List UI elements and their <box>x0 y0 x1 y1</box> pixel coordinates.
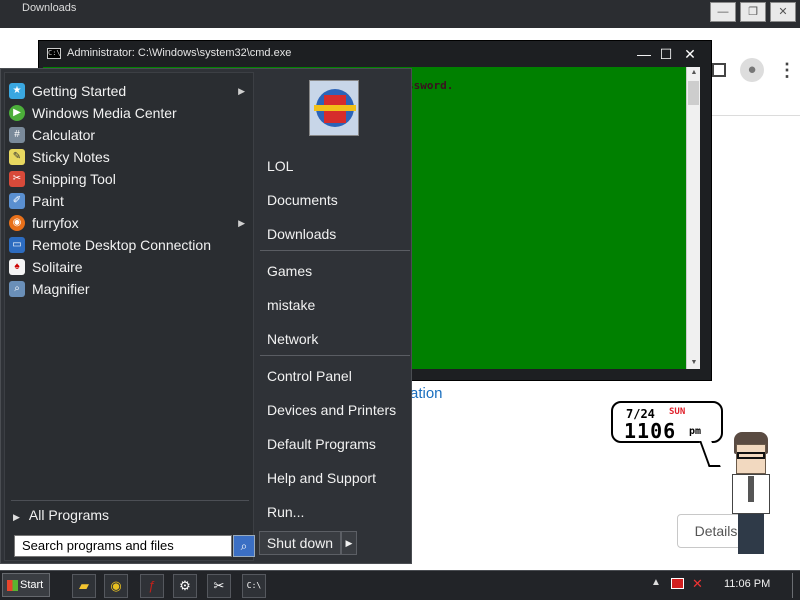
profile-avatar-icon[interactable]: ● <box>740 58 764 82</box>
place-downloads[interactable]: Downloads <box>267 226 336 242</box>
chrome-icon[interactable]: ◉ <box>104 574 128 598</box>
place-devices-and-printers[interactable]: Devices and Printers <box>267 402 396 418</box>
windows-logo-icon <box>7 579 18 591</box>
place-lol[interactable]: LOL <box>267 158 293 174</box>
shutdown-button[interactable]: Shut down <box>259 531 341 555</box>
program-item-furryfox[interactable]: ◉ furryfox ▶ <box>9 212 249 234</box>
all-programs-button[interactable]: ▶ All Programs <box>13 507 109 523</box>
show-desktop-button[interactable] <box>792 573 798 598</box>
media-center-icon: ▶ <box>9 105 25 121</box>
start-button[interactable]: Start <box>2 573 50 597</box>
all-programs-label: All Programs <box>28 507 110 523</box>
program-item-windows-media-center[interactable]: ▶ Windows Media Center <box>9 102 249 124</box>
scroll-up-icon[interactable]: ▲ <box>687 67 701 79</box>
folder-icon[interactable]: ▰ <box>72 574 96 598</box>
places-pane: LOL Documents Downloads Games mistake Ne… <box>258 72 410 532</box>
scroll-down-icon[interactable]: ▼ <box>687 357 701 369</box>
program-item-remote-desktop[interactable]: ▭ Remote Desktop Connection <box>9 234 249 256</box>
program-label: Calculator <box>32 127 96 143</box>
snipping-tool-icon[interactable]: ✂ <box>207 574 231 598</box>
network-disconnected-icon[interactable]: ✕ <box>692 576 703 592</box>
magnifier-icon: ⌕ <box>9 281 25 297</box>
divider <box>11 500 249 501</box>
program-item-getting-started[interactable]: ★ Getting Started ▶ <box>9 80 249 102</box>
program-label: Paint <box>32 193 64 209</box>
minimize-icon[interactable]: — <box>633 43 655 65</box>
start-label: Start <box>20 579 44 591</box>
place-network[interactable]: Network <box>267 331 318 347</box>
program-label: Remote Desktop Connection <box>32 237 211 253</box>
clock-time: 1106 <box>624 419 677 443</box>
place-run[interactable]: Run... <box>267 504 304 520</box>
divider <box>260 355 410 356</box>
extensions-icon[interactable] <box>712 63 726 77</box>
cmd-window-title: Administrator: C:\Windows\system32\cmd.e… <box>67 47 292 59</box>
show-hidden-icons-icon[interactable]: ▲ <box>651 577 661 588</box>
sticky-notes-icon: ✎ <box>9 149 25 165</box>
program-label: Getting Started <box>32 83 127 99</box>
start-menu: ★ Getting Started ▶ ▶ Windows Media Cent… <box>0 68 412 564</box>
clock-character <box>726 432 786 558</box>
programs-pane: ★ Getting Started ▶ ▶ Windows Media Cent… <box>4 72 255 561</box>
place-control-panel[interactable]: Control Panel <box>267 368 352 384</box>
program-label: Snipping Tool <box>32 171 116 187</box>
program-label: Solitaire <box>32 259 83 275</box>
menu-kebab-icon[interactable]: ⋮ <box>778 60 796 81</box>
expand-arrow-icon: ▶ <box>13 512 20 522</box>
search-input[interactable]: Search programs and files <box>14 535 232 557</box>
search-icon[interactable]: ⌕ <box>233 535 255 557</box>
program-item-sticky-notes[interactable]: ✎ Sticky Notes <box>9 146 249 168</box>
program-item-solitaire[interactable]: ♠ Solitaire <box>9 256 249 278</box>
flash-icon[interactable]: ƒ <box>140 574 164 598</box>
scroll-thumb[interactable] <box>688 81 699 105</box>
place-games[interactable]: Games <box>267 263 312 279</box>
clock-ampm: pm <box>689 426 702 437</box>
clock-day: SUN <box>669 407 686 417</box>
cmd-app-icon: C:\ <box>47 48 61 59</box>
paint-icon: ✐ <box>9 193 25 209</box>
page-link[interactable]: ation <box>410 385 443 402</box>
place-documents[interactable]: Documents <box>267 192 338 208</box>
cmd-taskbar-icon[interactable]: C:\ <box>242 574 266 598</box>
remote-desktop-icon: ▭ <box>9 237 25 253</box>
program-label: Windows Media Center <box>32 105 177 121</box>
minimize-icon[interactable]: — <box>710 2 736 22</box>
notification-flag-icon[interactable] <box>671 578 684 589</box>
cmd-output-text: ssword. <box>407 79 454 92</box>
snipping-tool-icon: ✂ <box>9 171 25 187</box>
shutdown-options-arrow-icon[interactable]: ▶ <box>341 531 357 555</box>
user-picture[interactable] <box>309 80 359 136</box>
program-item-magnifier[interactable]: ⌕ Magnifier <box>9 278 249 300</box>
cmd-scrollbar[interactable]: ▲ ▼ <box>686 67 700 369</box>
place-mistake[interactable]: mistake <box>267 297 315 313</box>
program-label: Magnifier <box>32 281 90 297</box>
program-item-snipping-tool[interactable]: ✂ Snipping Tool <box>9 168 249 190</box>
getting-started-icon: ★ <box>9 83 25 99</box>
close-icon[interactable]: ✕ <box>770 2 796 22</box>
divider <box>260 250 410 251</box>
submenu-arrow-icon: ▶ <box>238 217 245 228</box>
program-label: furryfox <box>32 215 79 231</box>
program-label: Sticky Notes <box>32 149 110 165</box>
submenu-arrow-icon: ▶ <box>238 85 245 96</box>
taskbar: Start ▰ ◉ ƒ ⚙ ✂ C:\ ▲ ✕ 11:06 PM <box>0 570 800 600</box>
firefox-icon: ◉ <box>9 215 25 231</box>
maximize-icon[interactable]: ☐ <box>655 43 677 65</box>
solitaire-icon: ♠ <box>9 259 25 275</box>
maximize-icon[interactable]: ❐ <box>740 2 766 22</box>
browser-window-title: Downloads <box>22 2 77 14</box>
settings-gear-icon[interactable]: ⚙ <box>173 574 197 598</box>
place-help-and-support[interactable]: Help and Support <box>267 470 376 486</box>
program-item-paint[interactable]: ✐ Paint <box>9 190 249 212</box>
calculator-icon: # <box>9 127 25 143</box>
place-default-programs[interactable]: Default Programs <box>267 436 376 452</box>
browser-titlebar[interactable]: Downloads — ❐ ✕ <box>0 0 800 28</box>
tray-clock[interactable]: 11:06 PM <box>724 578 770 590</box>
clock-bubble: 7/24 SUN 1106 pm <box>611 401 723 443</box>
program-item-calculator[interactable]: # Calculator <box>9 124 249 146</box>
browser-window-controls: — ❐ ✕ <box>710 2 796 22</box>
cmd-titlebar[interactable]: C:\ Administrator: C:\Windows\system32\c… <box>39 41 711 67</box>
close-icon[interactable]: ✕ <box>679 43 701 65</box>
